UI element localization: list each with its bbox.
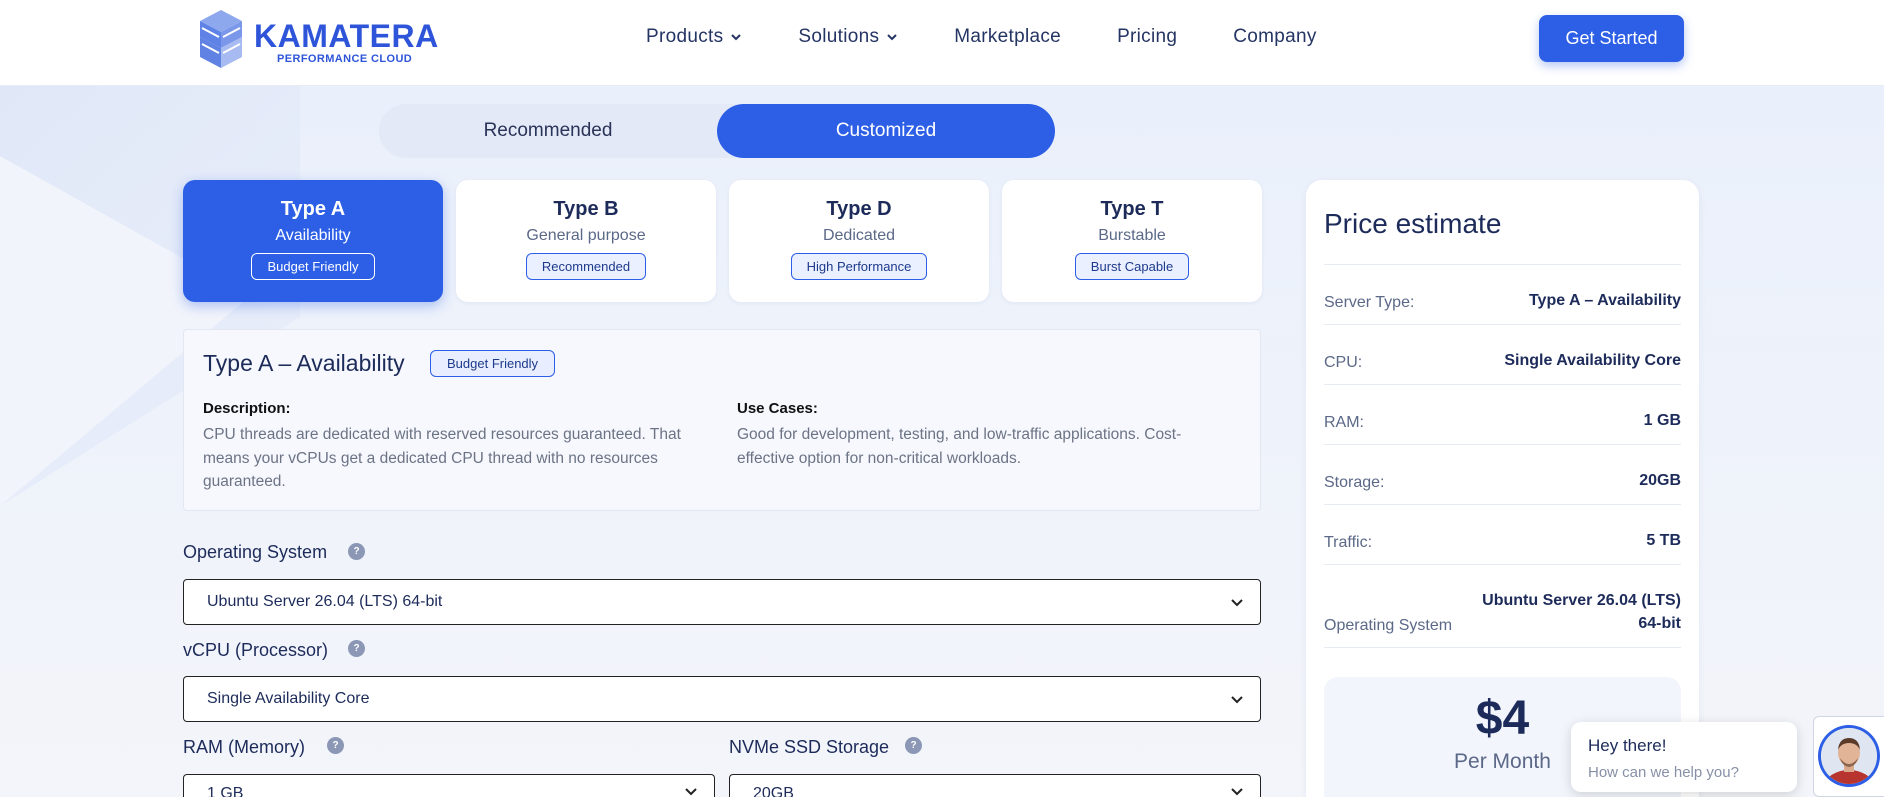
logo-tagline: PERFORMANCE CLOUD xyxy=(277,53,413,65)
ram-select-value: 1 GB xyxy=(207,785,244,797)
os-label: Operating System xyxy=(183,542,328,562)
chevron-down-icon xyxy=(887,34,897,41)
main-nav: Products Solutions Marketplace Pricing C… xyxy=(646,26,1373,48)
storage-select[interactable]: 20GB xyxy=(729,774,1261,797)
vcpu-select[interactable]: Single Availability Core xyxy=(183,676,1261,722)
use-cases-label: Use Cases: xyxy=(737,400,818,417)
type-title: Type B xyxy=(553,198,619,220)
type-details: Type A – Availability Budget Friendly De… xyxy=(183,329,1261,511)
nav-solutions[interactable]: Solutions xyxy=(798,26,898,48)
price-row-key: Storage: xyxy=(1324,474,1385,491)
nav-label: Marketplace xyxy=(954,26,1062,47)
chat-greeting: Hey there! xyxy=(1588,736,1667,755)
nav-label: Solutions xyxy=(798,26,880,47)
vcpu-label: vCPU (Processor) xyxy=(183,640,329,660)
type-subtitle: Burstable xyxy=(1098,227,1166,244)
nav-marketplace[interactable]: Marketplace xyxy=(954,26,1061,48)
vcpu-select-value: Single Availability Core xyxy=(207,690,370,707)
os-select[interactable]: Ubuntu Server 26.04 (LTS) 64-bit xyxy=(183,579,1261,625)
price-estimate-title: Price estimate xyxy=(1324,208,1502,239)
help-icon[interactable]: ? xyxy=(327,737,344,754)
description-text: CPU threads are dedicated with reserved … xyxy=(203,426,681,490)
details-badge: Budget Friendly xyxy=(430,350,556,377)
price-row-key: Traffic: xyxy=(1324,534,1373,551)
avatar xyxy=(1821,728,1877,784)
storage-label: NVMe SSD Storage xyxy=(729,737,890,757)
price-row-value: 1 GB xyxy=(1643,412,1681,429)
price-row-value: 5 TB xyxy=(1646,532,1681,549)
price-estimate-panel: Price estimate Server Type: Type A – Ava… xyxy=(1306,180,1699,797)
chat-prompt: How can we help you? xyxy=(1588,764,1739,781)
mode-toggle: Recommended Customized xyxy=(379,104,1055,158)
toggle-customized[interactable]: Customized xyxy=(717,104,1055,158)
nav-label: Company xyxy=(1233,26,1317,47)
price-row-value: 20GB xyxy=(1639,472,1681,489)
logo-mark-icon xyxy=(200,10,242,68)
type-title: Type D xyxy=(826,198,892,220)
use-cases-column: Use Cases: Good for development, testing… xyxy=(737,400,1237,470)
type-badge: Budget Friendly xyxy=(251,253,375,280)
toggle-recommended[interactable]: Recommended xyxy=(379,104,717,158)
type-card-b[interactable]: Type B General purpose Recommended xyxy=(456,180,716,302)
chevron-down-icon xyxy=(731,34,742,41)
use-cases-text: Good for development, testing, and low-t… xyxy=(737,426,1182,467)
type-subtitle: Dedicated xyxy=(822,227,896,244)
price-row-traffic: Traffic: 5 TB xyxy=(1324,505,1681,565)
price-row-value: Ubuntu Server 26.04 (LTS) 64-bit xyxy=(1482,592,1681,632)
chevron-down-icon xyxy=(1231,599,1243,607)
type-badge: Burst Capable xyxy=(1074,253,1190,280)
type-title: Type T xyxy=(1100,198,1164,220)
logo[interactable]: KAMATERA PERFORMANCE CLOUD xyxy=(198,8,438,72)
type-card-t[interactable]: Type T Burstable Burst Capable xyxy=(1002,180,1262,302)
type-subtitle: General purpose xyxy=(526,227,646,244)
chat-bubble[interactable]: Hey there! How can we help you? xyxy=(1571,722,1797,792)
ram-select[interactable]: 1 GB xyxy=(183,774,715,797)
type-card-a[interactable]: Type A Availability Budget Friendly xyxy=(183,180,443,302)
price-row-server-type: Server Type: Type A – Availability xyxy=(1324,265,1681,325)
nav-products[interactable]: Products xyxy=(646,26,742,48)
price-row-key: CPU: xyxy=(1324,354,1363,371)
nav-label: Products xyxy=(646,26,724,47)
type-card-d[interactable]: Type D Dedicated High Performance xyxy=(729,180,989,302)
chevron-down-icon xyxy=(1231,696,1243,704)
price-row-os: Operating System Ubuntu Server 26.04 (LT… xyxy=(1324,565,1681,648)
type-title: Type A xyxy=(280,198,346,220)
description-column: Description: CPU threads are dedicated w… xyxy=(203,400,703,494)
price-row-key: Server Type: xyxy=(1324,294,1415,311)
price-row-key: Operating System xyxy=(1324,617,1453,634)
type-badge: Recommended xyxy=(525,253,647,280)
site-header: KAMATERA PERFORMANCE CLOUD Products Solu… xyxy=(0,0,1884,86)
os-select-value: Ubuntu Server 26.04 (LTS) 64-bit xyxy=(207,593,443,610)
details-title: Type A – Availability xyxy=(203,350,405,376)
price-row-storage: Storage: 20GB xyxy=(1324,445,1681,505)
chevron-down-icon xyxy=(685,788,697,796)
help-icon[interactable]: ? xyxy=(348,543,365,560)
nav-label: Pricing xyxy=(1117,26,1178,47)
description-label: Description: xyxy=(203,400,291,417)
help-icon[interactable]: ? xyxy=(348,640,365,657)
price-row-cpu: CPU: Single Availability Core xyxy=(1324,325,1681,385)
help-icon[interactable]: ? xyxy=(905,737,922,754)
chevron-down-icon xyxy=(1231,788,1243,796)
type-badge: High Performance xyxy=(790,253,928,280)
agent-avatar-icon xyxy=(1821,728,1877,784)
price-row-ram: RAM: 1 GB xyxy=(1324,385,1681,445)
price-row-value: Single Availability Core xyxy=(1504,352,1681,369)
logo-name: KAMATERA xyxy=(254,18,439,54)
price-row-value: Type A – Availability xyxy=(1528,292,1681,309)
price-row-key: RAM: xyxy=(1324,414,1364,431)
nav-company[interactable]: Company xyxy=(1233,26,1316,48)
get-started-button[interactable]: Get Started xyxy=(1539,15,1684,62)
ram-label: RAM (Memory) xyxy=(183,737,305,757)
chat-avatar[interactable] xyxy=(1818,725,1880,787)
type-subtitle: Availability xyxy=(275,227,351,244)
storage-select-value: 20GB xyxy=(753,785,794,797)
nav-pricing[interactable]: Pricing xyxy=(1117,26,1177,48)
